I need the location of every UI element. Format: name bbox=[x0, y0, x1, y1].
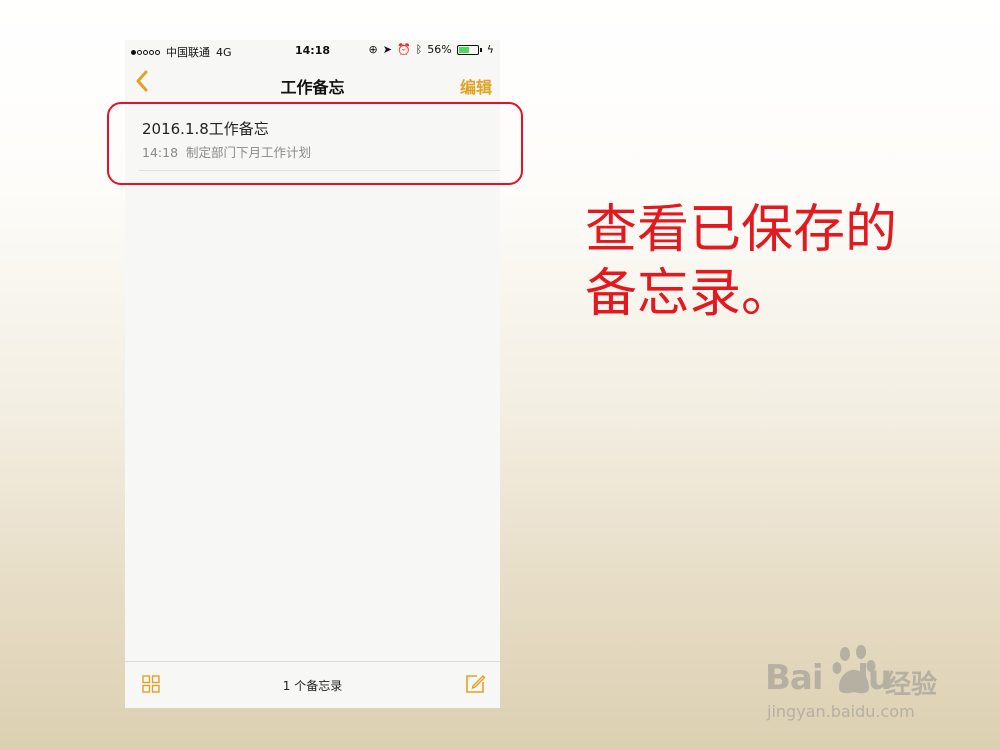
location-icon: ➤ bbox=[382, 43, 392, 56]
caption-line-2: 备忘录。 bbox=[585, 264, 794, 324]
paw-logo-icon bbox=[832, 645, 876, 694]
orientation-lock-icon: ⊕ bbox=[368, 43, 378, 56]
notes-count: 1 个备忘录 bbox=[282, 679, 343, 693]
compose-icon[interactable] bbox=[464, 673, 486, 695]
watermark-url: jingyan.baidu.com bbox=[767, 702, 915, 721]
battery-icon bbox=[456, 44, 479, 55]
bluetooth-icon: ᛒ bbox=[415, 43, 423, 56]
watermark: Bai du 经验 jingyan.baidu.com bbox=[765, 640, 955, 730]
page-title: 工作备忘 bbox=[280, 78, 345, 97]
caption-line-1: 查看已保存的 bbox=[585, 200, 898, 260]
status-bar: 中国联通 4G 14:18 ⊕ ➤ ⏰ ᛒ 56% ϟ bbox=[125, 40, 500, 62]
battery-tip bbox=[479, 47, 482, 52]
battery-percent: 56% bbox=[427, 43, 452, 56]
alarm-icon: ⏰ bbox=[396, 43, 411, 56]
status-right: ⊕ ➤ ⏰ ᛒ 56% ϟ bbox=[369, 43, 494, 56]
nav-bar: 工作备忘 编辑 bbox=[125, 66, 500, 102]
edit-button[interactable]: 编辑 bbox=[460, 74, 492, 98]
watermark-cn: 经验 bbox=[885, 670, 938, 700]
bottom-toolbar: 1 个备忘录 bbox=[125, 661, 500, 708]
highlight-frame bbox=[107, 102, 523, 185]
charging-icon: ϟ bbox=[486, 43, 494, 56]
annotation-caption: 查看已保存的 备忘录。 bbox=[585, 198, 965, 326]
